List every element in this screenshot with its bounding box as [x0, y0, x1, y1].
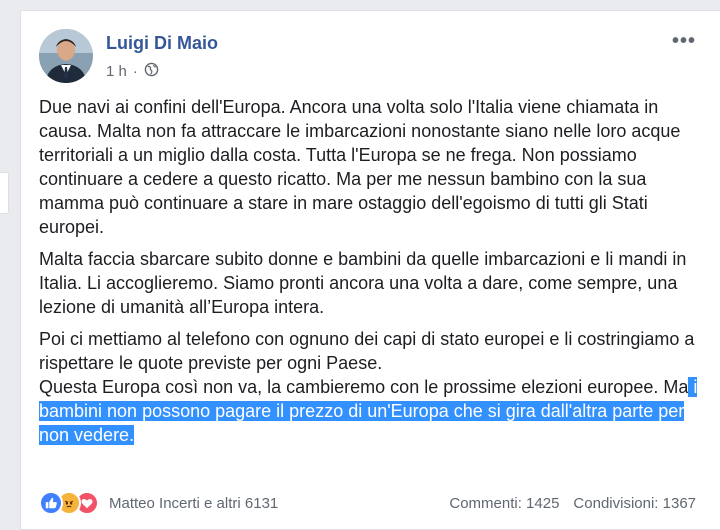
more-horizontal-icon[interactable]: •••: [672, 30, 696, 53]
post-paragraph: Due navi ai confini dell'Europa. Ancora …: [39, 97, 681, 237]
comments-count[interactable]: Commenti: 1425: [449, 495, 559, 512]
reactions-summary[interactable]: Matteo Incerti e altri 6131: [109, 495, 278, 512]
post-paragraph: Poi ci mettiamo al telefono con ognuno d…: [39, 327, 711, 447]
shares-count[interactable]: Condivisioni: 1367: [573, 495, 696, 512]
like-icon: [39, 491, 63, 515]
globe-icon[interactable]: [144, 62, 159, 81]
post-paragraph: Malta faccia sbarcare subito donne e bam…: [39, 249, 687, 317]
post-body: Due navi ai confini dell'Europa. Ancora …: [39, 95, 711, 455]
facebook-post-card: Luigi Di Maio 1 h · ••• Due navi ai conf…: [20, 10, 720, 530]
post-footer: Matteo Incerti e altri 6131 Commenti: 14…: [39, 491, 696, 515]
meta-separator: ·: [132, 63, 138, 80]
reaction-icons[interactable]: [39, 491, 99, 515]
post-paragraph-text: Questa Europa così non va, la cambieremo…: [39, 377, 689, 397]
adjacent-panel-edge: [0, 172, 9, 214]
post-paragraph-text: Poi ci mettiamo al telefono con ognuno d…: [39, 329, 695, 373]
post-meta: 1 h ·: [106, 62, 159, 81]
engagement-counts: Commenti: 1425 Condivisioni: 1367: [435, 495, 696, 512]
post-timestamp[interactable]: 1 h: [106, 63, 127, 80]
author-name[interactable]: Luigi Di Maio: [106, 33, 218, 54]
author-avatar[interactable]: [39, 29, 93, 83]
